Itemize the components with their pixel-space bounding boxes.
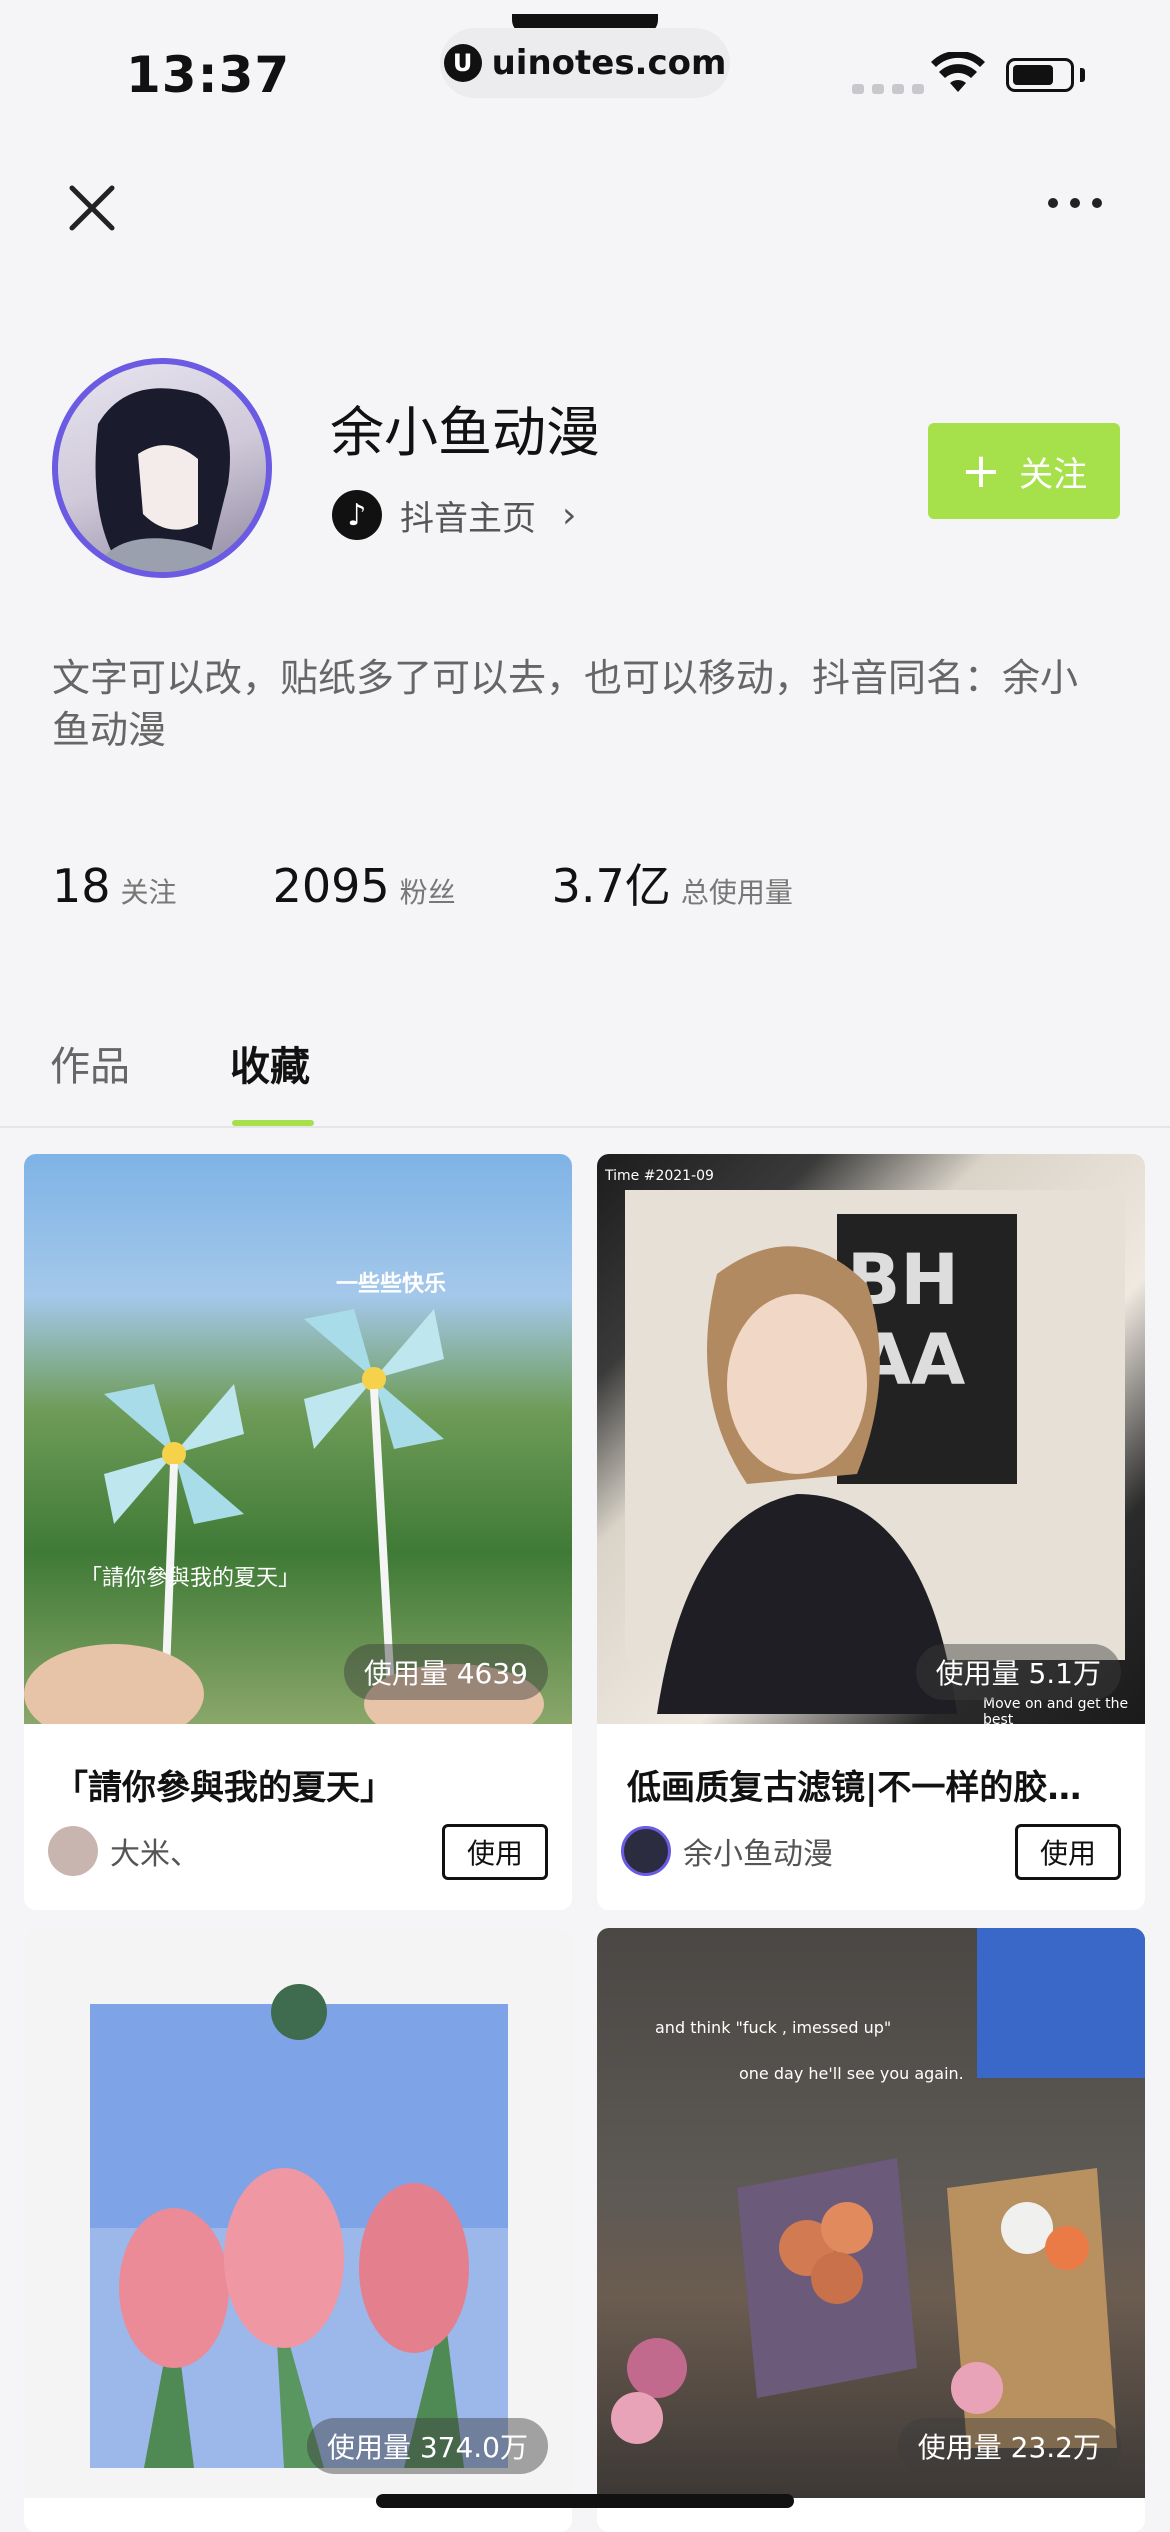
use-button[interactable]: 使用 (442, 1824, 548, 1880)
template-thumbnail[interactable]: 一些些快乐 「請你參與我的夏天」 使用量 4639 (24, 1154, 572, 1724)
chevron-right-icon: › (562, 494, 577, 536)
tab-works[interactable]: 作品 (50, 1034, 130, 1092)
avatar[interactable] (52, 358, 272, 578)
author-avatar (621, 1826, 671, 1876)
stat-total-usage: 3.7亿 总使用量 (552, 850, 793, 916)
template-card[interactable]: and think "fuck , imessed up" one day he… (597, 1928, 1145, 2532)
author-avatar (48, 1826, 98, 1876)
anime-portrait-image (88, 388, 238, 572)
template-title: 低画质复古滤镜|不一样的胶… (627, 1768, 1082, 1808)
overlay-caption: Move on and get the best (983, 1696, 1129, 1728)
tiktok-icon: ♪ (332, 490, 382, 540)
overlay-caption: 「請你參與我的夏天」 (80, 1566, 301, 1591)
plus-icon: + (960, 443, 1002, 499)
portrait-photo-image: BH AA (625, 1190, 1125, 1714)
overlay-caption: one day he'll see you again. (739, 2064, 964, 2083)
profile-bio: 文字可以改，贴纸多了可以去，也可以移动，抖音同名：余小鱼动漫 (52, 656, 1079, 752)
overlay-caption: 一些些快乐 (336, 1272, 447, 1297)
use-button[interactable]: 使用 (1015, 1824, 1121, 1880)
tulip-photo-image (90, 1984, 508, 2468)
usage-badge: 使用量 4639 (343, 1644, 548, 1700)
wifi-icon (931, 52, 985, 92)
tiktok-homepage-label: 抖音主页 (400, 498, 536, 539)
url-text: uinotes.com (491, 43, 727, 83)
content-tabs: 作品 收藏 (50, 1034, 310, 1092)
template-thumbnail[interactable]: BH AA Time #2021-09 Move on and get the … (597, 1154, 1145, 1728)
author-name: 大米、 (110, 1837, 200, 1872)
overlay-caption: Time #2021-09 (605, 1168, 714, 1184)
status-time: 13:37 (126, 46, 291, 104)
overlay-caption: and think "fuck , imessed up" (655, 2018, 892, 2037)
usage-badge: 使用量 374.0万 (306, 2418, 548, 2474)
stat-following[interactable]: 18 关注 (52, 859, 177, 913)
usage-badge: 使用量 5.1万 (915, 1644, 1121, 1700)
tab-favorites[interactable]: 收藏 (230, 1034, 310, 1092)
template-thumbnail[interactable]: and think "fuck , imessed up" one day he… (597, 1928, 1145, 2498)
template-card[interactable]: 使用量 374.0万 (24, 1928, 572, 2532)
cellular-signal-icon (852, 84, 924, 94)
battery-cap (1080, 68, 1085, 82)
uinotes-logo-icon: U (443, 44, 482, 82)
tiktok-homepage-link[interactable]: ♪ 抖音主页 › (332, 490, 576, 540)
template-thumbnail[interactable]: 使用量 374.0万 (24, 1928, 572, 2498)
home-indicator (376, 2494, 794, 2508)
battery-icon (1006, 58, 1074, 92)
template-card[interactable]: BH AA Time #2021-09 Move on and get the … (597, 1154, 1145, 1910)
template-title: 「請你參與我的夏天」 (54, 1768, 394, 1808)
pinwheel-image (24, 1309, 544, 1724)
close-icon[interactable] (66, 182, 118, 234)
stat-number: 2095 (272, 859, 390, 913)
usage-badge: 使用量 23.2万 (897, 2418, 1121, 2474)
stat-number: 3.7亿 (551, 859, 671, 913)
follow-label: 关注 (1019, 454, 1088, 495)
more-icon[interactable] (1048, 198, 1102, 208)
stats-row: 18 关注 2095 粉丝 3.7亿 总使用量 (52, 850, 889, 916)
follow-button[interactable]: + 关注 (928, 423, 1120, 519)
stat-followers[interactable]: 2095 粉丝 (273, 859, 456, 913)
template-author[interactable]: 余小鱼动漫 (621, 1826, 833, 1876)
template-author[interactable]: 大米、 (48, 1826, 200, 1876)
template-card[interactable]: 一些些快乐 「請你參與我的夏天」 使用量 4639 「請你參與我的夏天」 大米、… (24, 1154, 572, 1910)
stat-number: 18 (52, 859, 111, 913)
author-name: 余小鱼动漫 (683, 1837, 833, 1872)
stat-label: 总使用量 (680, 876, 793, 909)
flower-bouquets-image (611, 1928, 1145, 2448)
url-pill[interactable]: U uinotes.com (440, 28, 730, 98)
tab-divider (0, 1126, 1170, 1128)
stat-label: 粉丝 (399, 876, 456, 909)
stat-label: 关注 (120, 876, 177, 909)
profile-name: 余小鱼动漫 (330, 401, 600, 464)
